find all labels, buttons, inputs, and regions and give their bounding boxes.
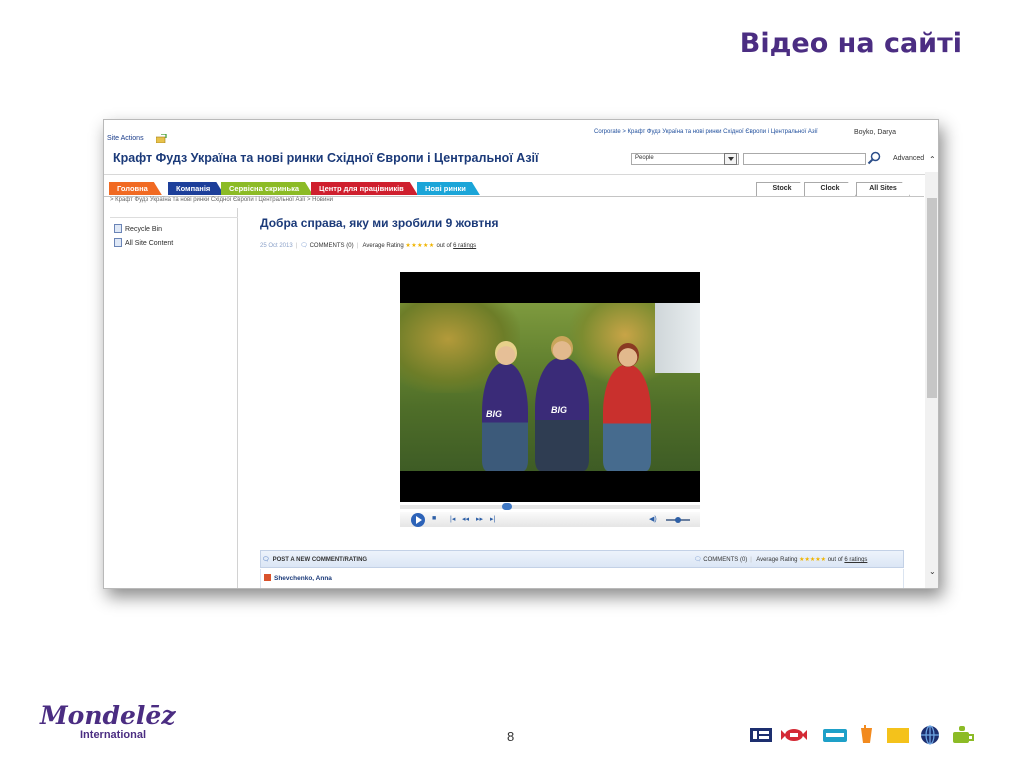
rating-suffix: out of	[827, 557, 843, 563]
rating-suffix: out of	[436, 243, 452, 249]
logo-main-text: Mondelēz	[40, 701, 176, 730]
post-comment-link[interactable]: 🗨 POST A NEW COMMENT/RATING	[262, 556, 367, 563]
rating-label: Average Rating	[756, 557, 798, 563]
stop-icon[interactable]: ■	[432, 515, 436, 522]
site-title[interactable]: Крафт Фудз Україна та нові ринки Східної…	[113, 151, 539, 165]
globe-brand-icon	[921, 725, 939, 745]
divider	[110, 217, 238, 218]
comments-count[interactable]: COMMENTS (0)	[703, 557, 747, 563]
video-frame: BIG BIG	[400, 303, 700, 471]
rewind-icon[interactable]: ◂◂	[462, 515, 469, 523]
tab-stock[interactable]: Stock	[756, 182, 808, 196]
tab-tsentr-pratsivnykiv[interactable]: Центр для працівників	[311, 182, 418, 195]
scrollbar-thumb[interactable]	[927, 198, 937, 398]
shirt-print: BIG	[486, 409, 503, 419]
sharepoint-screenshot: Site Actions Corporate > Крафт Фудз Укра…	[103, 119, 939, 589]
tab-all-sites[interactable]: All Sites	[856, 182, 910, 196]
video-player[interactable]: BIG BIG	[400, 272, 700, 502]
coffee-brand-icon	[953, 726, 974, 743]
advanced-search-link[interactable]: Advanced	[893, 155, 924, 162]
previous-icon[interactable]: |◂	[450, 515, 455, 523]
tab-golovna[interactable]: Головна	[109, 182, 162, 195]
search-scope-select[interactable]: People	[631, 153, 739, 165]
tab-servisna-skrynka[interactable]: Сервісна скринька	[221, 182, 313, 195]
tab-clock[interactable]: Clock	[804, 182, 856, 196]
comment-author-name: Shevchenko, Anna	[274, 575, 332, 582]
seek-handle[interactable]	[501, 503, 512, 510]
scroll-up-icon[interactable]: ⌃	[929, 155, 936, 164]
article-meta: 25 Oct 2013 | 🗨 COMMENTS (0) | Average Rati…	[260, 243, 477, 249]
fast-forward-icon[interactable]: ▸▸	[476, 515, 483, 523]
cheese-brand-icon	[887, 728, 909, 743]
site-actions-menu[interactable]: Site Actions	[107, 135, 144, 142]
tab-kompaniya[interactable]: Компанія	[168, 182, 224, 195]
nav-recycle-bin[interactable]: Recycle Bin	[114, 224, 162, 233]
comments-count[interactable]: COMMENTS (0)	[310, 243, 354, 249]
logo-sub-text: International	[80, 729, 147, 741]
gum-brand-icon	[823, 729, 847, 742]
slide: Відео на сайті Site Actions Corporate > …	[0, 0, 1024, 768]
slide-title: Відео на сайті	[739, 28, 962, 59]
user-icon	[264, 574, 271, 581]
breadcrumb[interactable]: > Крафт Фудз Україна та нові ринки Східн…	[110, 197, 333, 203]
comment-author[interactable]: Shevchenko, Anna	[264, 574, 332, 582]
site-actions-icon[interactable]	[156, 134, 167, 143]
global-breadcrumb[interactable]: Corporate > Крафт Фудз Україна та нові р…	[594, 129, 818, 135]
shirt-print: BIG	[551, 405, 568, 415]
mondelez-logo: Mondelēz International	[40, 701, 176, 742]
ratings-link[interactable]: 6 ratings	[453, 243, 476, 249]
biscuit-brand-icon	[750, 728, 772, 742]
scroll-down-icon[interactable]: ⌄	[929, 567, 936, 576]
brand-icons	[750, 725, 974, 745]
comment-bubble-icon: 🗨	[694, 557, 702, 563]
article-title: Добра справа, яку ми зробили 9 жовтня	[260, 216, 499, 230]
nav-all-site-content[interactable]: All Site Content	[114, 238, 173, 247]
play-icon[interactable]	[411, 513, 425, 527]
recycle-bin-icon	[114, 224, 122, 233]
star-icon[interactable]: ★★★★★	[799, 557, 826, 563]
candy-brand-icon	[781, 729, 807, 741]
nav-recycle-bin-label: Recycle Bin	[125, 226, 162, 233]
chevron-down-icon[interactable]	[724, 153, 737, 165]
page-number: 8	[507, 729, 515, 744]
ratings-link[interactable]: 6 ratings	[844, 557, 867, 563]
rating-label: Average Rating	[362, 243, 404, 249]
article-date: 25 Oct 2013	[260, 243, 293, 249]
search-input[interactable]	[743, 153, 866, 165]
comment-bubble-icon: 🗨	[262, 557, 270, 563]
video-person	[603, 365, 651, 471]
drink-brand-icon	[861, 725, 872, 743]
nav-all-site-content-label: All Site Content	[125, 240, 174, 247]
tab-novi-rynky[interactable]: Нові ринки	[417, 182, 480, 195]
next-icon[interactable]: ▸|	[490, 515, 495, 523]
volume-icon[interactable]: ◀)	[649, 515, 657, 523]
comment-bubble-icon: 🗨	[300, 243, 308, 249]
comments-summary: 🗨 COMMENTS (0) | Average Rating ★★★★★ out…	[694, 557, 868, 563]
search-icon[interactable]	[867, 151, 881, 165]
site-content-icon	[114, 238, 122, 247]
star-icon[interactable]: ★★★★★	[405, 243, 434, 249]
post-comment-label: POST A NEW COMMENT/RATING	[272, 557, 368, 563]
volume-handle[interactable]	[675, 517, 681, 523]
user-menu[interactable]: Boyko, Darya	[854, 129, 896, 136]
seek-bar[interactable]	[400, 505, 700, 509]
left-navigation	[104, 208, 238, 588]
divider	[104, 174, 930, 175]
list-item	[260, 569, 904, 588]
